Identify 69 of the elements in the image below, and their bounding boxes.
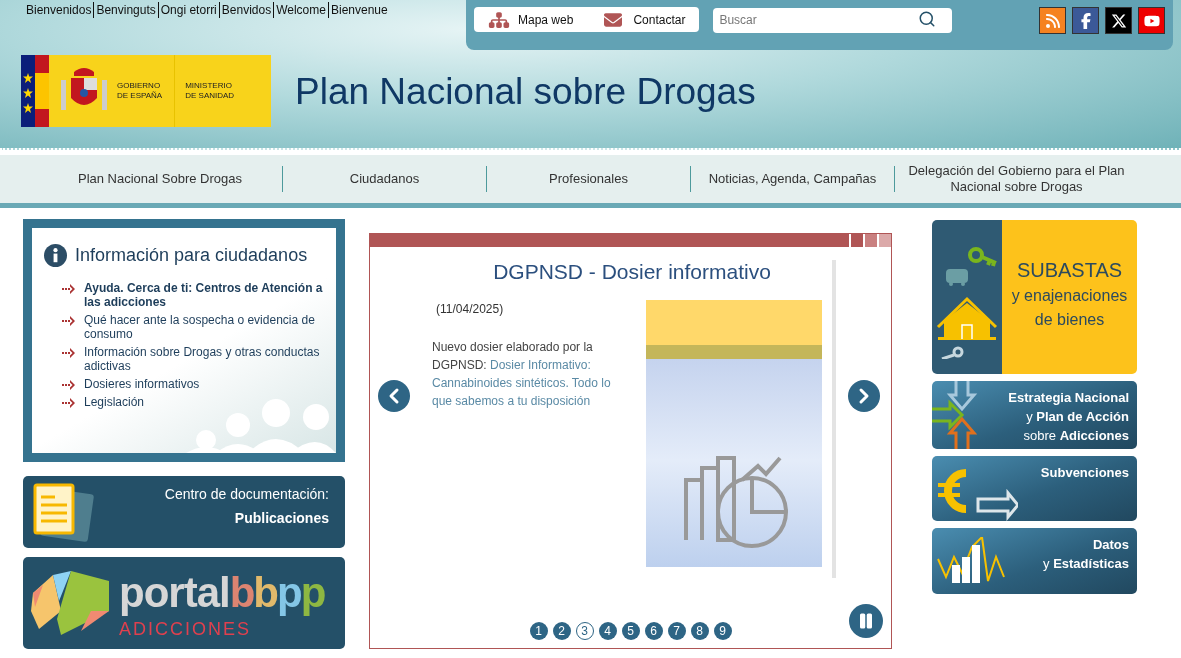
flag-stripe-drawing [21,55,49,127]
card-text: sobre Adicciones [1023,427,1129,445]
pause-icon [857,612,875,630]
government-logo[interactable]: GOBIERNO DE ESPAÑA MINISTERIO DE SANIDAD [21,55,271,127]
search-icon[interactable] [918,10,937,28]
top-link[interactable]: Contactar [587,10,700,29]
feature-card[interactable]: Datos y Estadísticas [932,528,1137,594]
language-link[interactable]: Benvidos [218,2,274,18]
card-text: Subvenciones [1040,464,1129,482]
card-text: y enajenaciones [1011,286,1128,306]
dotted-arrow-icon [62,316,76,326]
info-link[interactable]: Dosieres informativos [84,377,200,391]
slide-title[interactable]: DGPNSD - Dosier informativo [432,260,832,284]
search-field[interactable]: Buscar [713,7,953,33]
info-icon [44,244,67,267]
panel-title: Información para ciudadanos [75,244,308,267]
dotted-arrow-icon [62,284,76,294]
rss-icon[interactable] [1039,7,1066,34]
progress-segment [865,234,877,247]
pause-button[interactable] [849,604,883,638]
feature-card[interactable]: Estrategia Nacional y Plan de Acción sobre Adicciones [932,381,1137,449]
slide-description: Nuevo dosier elaborado por la DGPNSD: Dosier Informativo: Cannabinoides sintéticos. Todo lo que sabemos a tu disposición [432,339,612,410]
card-text: y Plan de Acción [1026,408,1129,426]
previous-button[interactable] [378,379,410,412]
card-text: Estrategia Nacional [1008,389,1129,407]
card-text: SUBASTAS [1016,258,1123,283]
facebook-icon[interactable] [1072,7,1099,34]
publications-card[interactable]: Centro de documentación: Publicaciones [23,476,345,548]
portal-banner[interactable]: portalbbpp ADICCIONES [23,557,345,649]
card-title: Publicaciones [234,509,329,527]
x-icon[interactable] [1105,7,1132,34]
nav-link[interactable]: Ciudadanos [282,166,486,192]
slide-date: (11/04/2025) [436,301,505,318]
card-label: Centro de documentación: [164,485,329,503]
info-link[interactable]: Ayuda. Cerca de ti: Centros de Atención a las adicciones [84,281,328,309]
nav-link[interactable]: Profesionales [486,166,690,192]
language-link[interactable]: Benvinguts [93,2,158,18]
nav-link[interactable]: Noticias, Agenda, Campañas [690,166,894,192]
progress-segment [879,234,891,247]
feature-card[interactable]: Subvenciones [932,456,1137,521]
info-link[interactable]: Legislación [84,395,145,409]
card-text: Datos [1092,536,1129,554]
language-link[interactable]: Bienvenidos [24,2,94,18]
portal-subtitle: ADICCIONES [119,620,253,638]
info-link[interactable]: Qué hacer ante la sospecha o evidencia de consumo [84,313,328,341]
logo-text: MINISTERIO [185,81,233,91]
card-text: y Estadísticas [1043,555,1129,573]
hexagon-logo-icon [31,571,111,635]
portal-wordmark: portal [119,568,230,618]
logo-text: GOBIERNO [117,81,162,91]
dotted-arrow-icon [62,348,76,358]
bar-chart-icon [936,537,1006,585]
youtube-icon[interactable] [1138,7,1165,34]
portal-accent-wordmark: bbpp [229,568,325,618]
card-text: de bienes [1034,310,1105,330]
logo-text: DE ESPAÑA [117,91,163,101]
dotted-arrow-icon [62,398,76,408]
logo-text: DE SANIDAD [185,91,235,101]
next-button[interactable] [847,379,880,412]
language-link[interactable]: Ongi etorri [157,2,219,18]
language-link[interactable]: Bienvenue [327,2,390,18]
top-link[interactable]: Mapa web [474,10,588,29]
language-link[interactable]: Welcome [273,2,328,18]
info-link[interactable]: Información sobre Drogas y otras conductas adictivas [84,345,328,373]
dotted-arrow-icon [62,380,76,390]
sitemap-icon [488,10,510,29]
nav-link[interactable]: Plan Nacional Sobre Drogas [38,166,282,192]
site-title: Plan Nacional sobre Drogas [295,72,756,110]
nav-link[interactable]: Delegación del Gobierno para el Plan Nacional sobre Drogas [894,166,1138,192]
